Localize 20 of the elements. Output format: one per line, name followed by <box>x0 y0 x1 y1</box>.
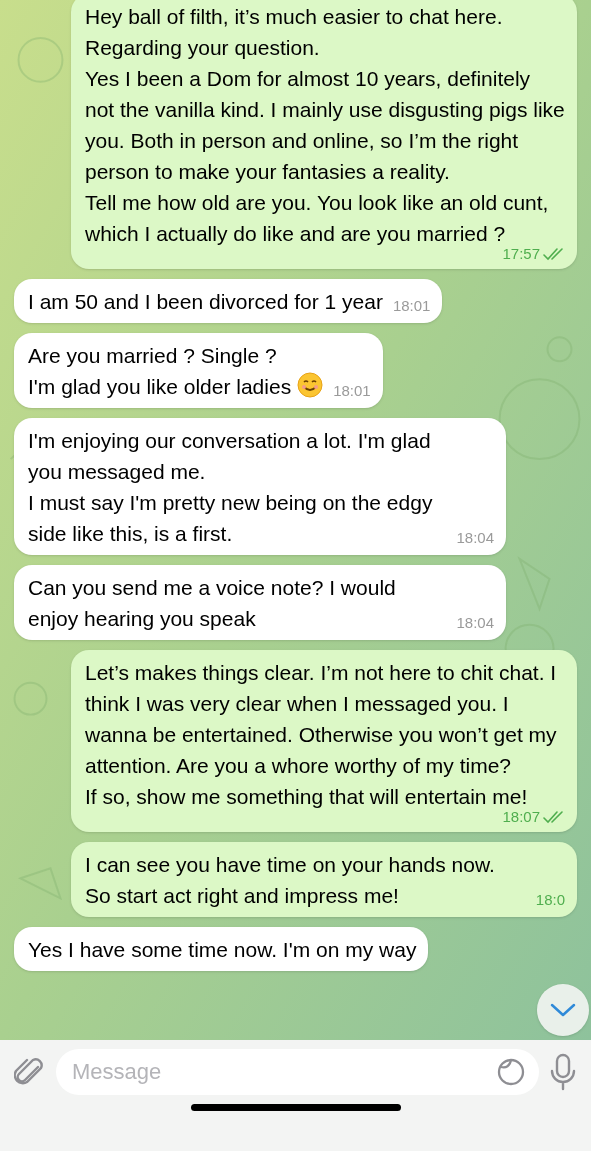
message-text: Yes I have some time now. I'm on my way <box>28 938 417 961</box>
message-time: 18:01 <box>392 295 431 316</box>
message-text: I am 50 and I been divorced for 1 year <box>28 290 383 313</box>
message-time: 18:04 <box>456 612 494 633</box>
message-time: 18:04 <box>456 527 494 548</box>
message-time: 17:57 <box>502 243 540 264</box>
message-time: 18:01 <box>333 380 371 401</box>
scroll-down-button[interactable] <box>537 984 589 1036</box>
message-text: I'm enjoying our conversation a lot. I'm glad you messaged me. I must say I'm pretty new being on the edgy side like this, is a first. <box>28 429 434 545</box>
message-time: 18:0 <box>535 889 565 910</box>
message-time: 18:07 <box>502 806 540 827</box>
message-text: Are you married ? Single ? I'm glad you like older ladies <box>28 344 292 398</box>
message-field[interactable]: Message <box>56 1049 539 1095</box>
message-text: Can you send me a voice note? I would enjoy hearing you speak <box>28 576 397 630</box>
chevron-down-icon <box>550 1003 576 1017</box>
message-text: I can see you have time on your hands now. So start act right and impress me! <box>85 853 496 907</box>
sticker-icon[interactable] <box>495 1056 527 1088</box>
microphone-icon[interactable] <box>549 1053 577 1091</box>
message-text: Hey ball of filth, it’s much easier to chat here. Regarding your question. Yes I been a Dom for almost 10 years, definitely not the vanilla kind. I mainly use disgusting pigs like you. Both in person and online, so I’m the right person to make your fantasies a reality. Tell me how old are you. You look like an old cunt, which I actually do like and are you married ? <box>85 5 566 245</box>
message-text: Let’s makes things clear. I’m not here to chit chat. I think I was very clear when I messaged you. I wanna be entertained. Otherwise you won’t get my attention. Are you a whore worthy of my time? If so, show me something that will entertain me! <box>85 661 558 808</box>
